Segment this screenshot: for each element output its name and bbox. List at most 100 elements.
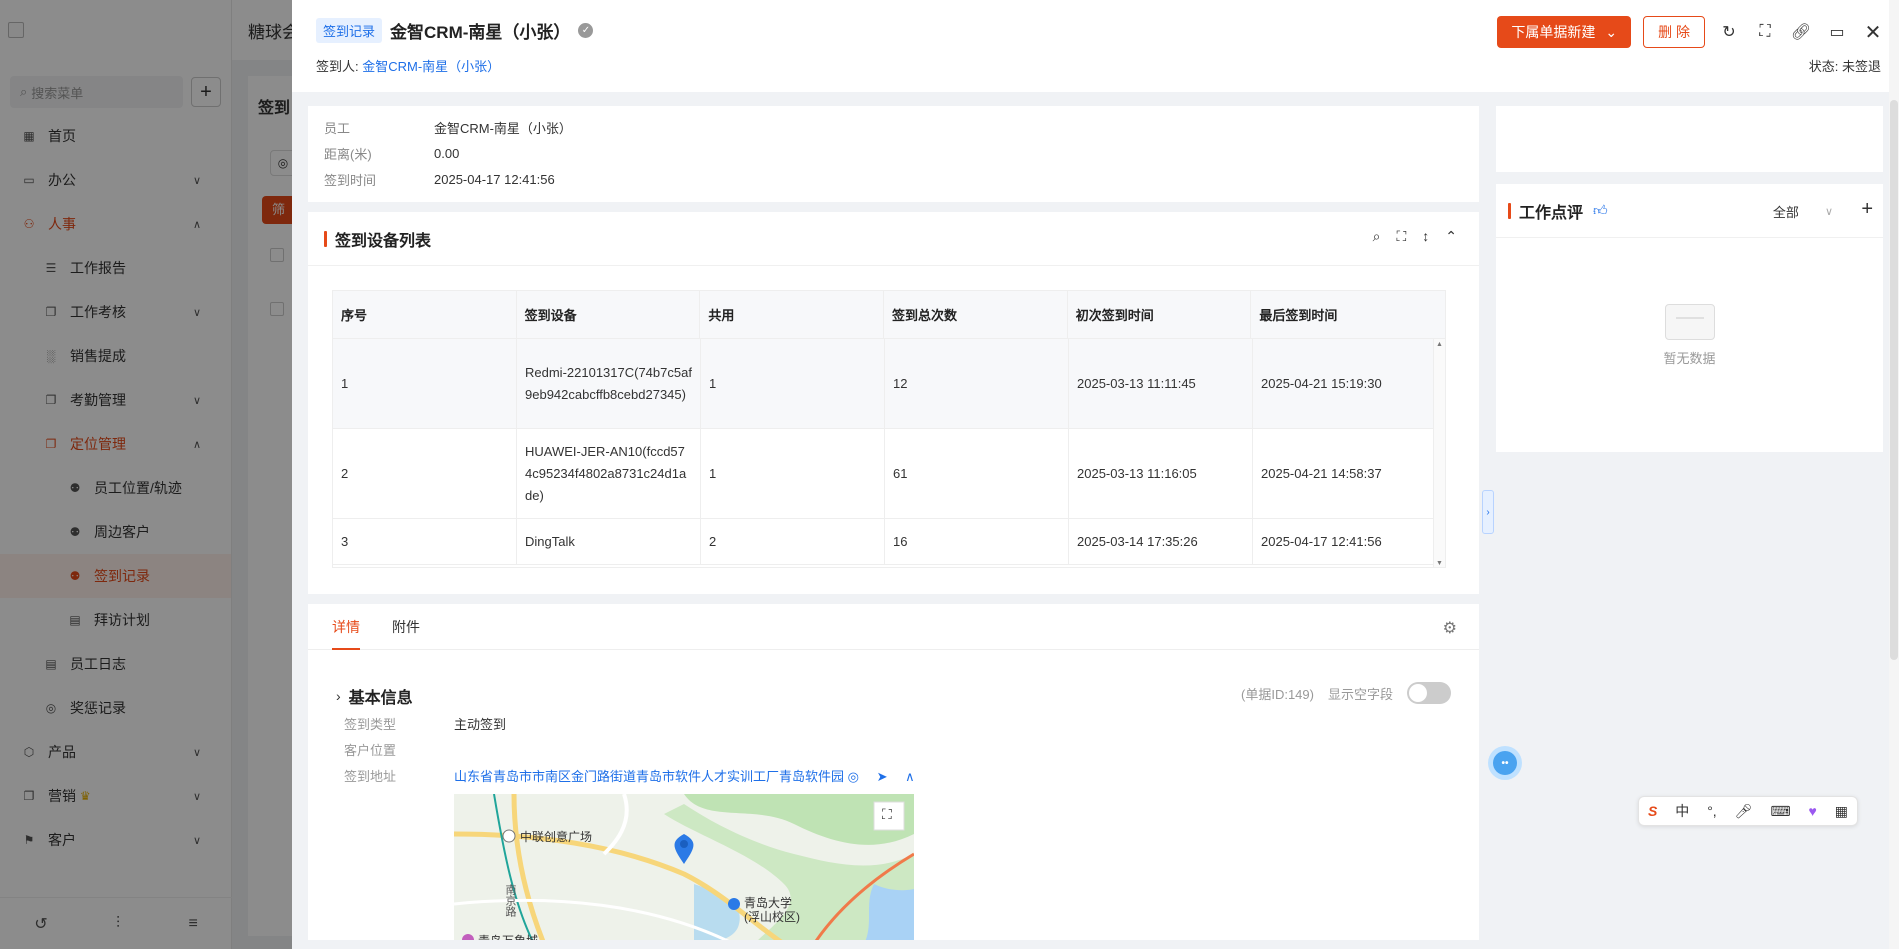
info-card: 员工 金智CRM-南星（小张） 距离(米) 0.00 签到时间 2025-04-17 … xyxy=(308,106,1479,202)
thumbs-up-icon[interactable]: 👍︎ xyxy=(1593,202,1608,219)
subordinate-new-button[interactable]: 下属单据新建 ⌄ xyxy=(1497,16,1632,48)
signer-link[interactable]: 金智CRM-南星（小张） xyxy=(362,59,500,74)
right-top-card xyxy=(1496,106,1883,172)
delete-button[interactable]: 删 除 xyxy=(1643,16,1705,48)
chat-face-icon: •• xyxy=(1493,751,1517,775)
tab-attachments[interactable]: 附件 xyxy=(392,604,420,650)
map-fullscreen-icon[interactable]: ⛶ xyxy=(882,806,892,823)
drawer-title-row: 签到记录 金智CRM-南星（小张） ✓ xyxy=(316,18,594,43)
info-row: 员工 金智CRM-南星（小张） xyxy=(324,114,1479,140)
table-cell: 3 xyxy=(333,519,517,564)
modal-mask[interactable] xyxy=(0,0,292,949)
info-row: 距离(米) 0.00 xyxy=(324,140,1479,166)
monitor-icon[interactable]: ▭ xyxy=(1825,20,1849,44)
ime-language[interactable]: 中 xyxy=(1675,801,1689,821)
map-svg xyxy=(454,794,914,940)
show-empty-label: 显示空字段 xyxy=(1327,686,1393,702)
detail-drawer: 签到记录 金智CRM-南星（小张） ✓ 签到人: 金智CRM-南星（小张） 下属… xyxy=(292,0,1899,949)
map-label: 青岛万象城 xyxy=(478,932,538,940)
punctuation-icon[interactable]: °, xyxy=(1707,803,1717,819)
drawer-actions: 下属单据新建 ⌄ 删 除 ↻ ⛶ 🔗︎ ▭ ✕ xyxy=(1497,16,1885,48)
microphone-icon[interactable]: 🎤︎ xyxy=(1735,803,1753,820)
info-label: 距离(米) xyxy=(324,146,372,162)
table-row[interactable]: 1 Redmi-22101317C(74b7c5af9eb942cabcffb8… xyxy=(333,339,1445,429)
column-header[interactable]: 签到总次数 xyxy=(884,291,1068,338)
row-height-icon[interactable]: ↕ xyxy=(1422,228,1429,245)
scrollbar-thumb[interactable] xyxy=(1890,100,1898,660)
apps-grid-icon[interactable]: ▦ xyxy=(1835,803,1848,820)
add-review-icon[interactable]: + xyxy=(1861,198,1873,221)
column-header[interactable]: 最后签到时间 xyxy=(1251,291,1445,338)
table-cell: 1 xyxy=(701,429,885,518)
search-icon[interactable]: ⌕ xyxy=(1373,228,1381,245)
chevron-down-icon: ∨ xyxy=(1824,206,1833,218)
main-column: 员工 金智CRM-南星（小张） 距离(米) 0.00 签到时间 2025-04-17 … xyxy=(308,106,1479,940)
basic-info-header[interactable]: › 基本信息 xyxy=(336,684,413,708)
signer-label: 签到人: xyxy=(316,59,359,74)
table-row[interactable]: 3 DingTalk 2 16 2025-03-14 17:35:26 2025… xyxy=(333,519,1445,565)
panel-collapse-handle[interactable]: › xyxy=(1482,490,1494,534)
table-cell: 2025-04-17 12:41:56 xyxy=(1261,533,1382,549)
table-scrollbar[interactable]: ▲ ▼ xyxy=(1433,339,1445,567)
column-header[interactable]: 共用 xyxy=(700,291,885,338)
device-table: 序号 签到设备 共用 签到总次数 初次签到时间 最后签到时间 1 Redmi-2… xyxy=(332,290,1446,568)
detail-tabs: 详情 附件 xyxy=(308,604,1479,650)
chevron-right-icon: › xyxy=(336,688,341,704)
table-cell: HUAWEI-JER-AN10(fccd574c95234f4802a8731c… xyxy=(517,429,701,518)
show-empty-toggle[interactable] xyxy=(1407,682,1451,704)
work-review-title: 工作点评 xyxy=(1519,204,1584,222)
column-header[interactable]: 初次签到时间 xyxy=(1068,291,1252,338)
table-cell: 2025-03-13 11:16:05 xyxy=(1069,429,1253,518)
scroll-down-icon[interactable]: ▼ xyxy=(1436,560,1443,567)
title-accent-bar xyxy=(1508,202,1511,219)
link-icon[interactable]: 🔗︎ xyxy=(1789,20,1813,44)
map-label: 中联创意广场 xyxy=(520,830,593,844)
record-id: (单据ID:149) xyxy=(1241,686,1314,702)
field-label: 签到类型 xyxy=(344,717,397,732)
signer-row: 签到人: 金智CRM-南星（小张） xyxy=(316,56,500,75)
title-accent-bar xyxy=(324,230,327,247)
close-icon[interactable]: ✕ xyxy=(1861,20,1885,44)
scroll-up-icon[interactable]: ▲ xyxy=(1436,341,1443,348)
refresh-icon[interactable]: ↻ xyxy=(1717,20,1741,44)
location-pin-icon: ◎ xyxy=(847,769,859,784)
info-value: 0.00 xyxy=(434,145,460,161)
collapse-up-icon[interactable]: ⌃ xyxy=(1445,228,1457,245)
skin-icon[interactable]: ♥ xyxy=(1809,803,1817,819)
review-filter-select[interactable]: 全部 ∨ xyxy=(1773,202,1833,221)
info-value: 金智CRM-南星（小张） xyxy=(434,120,572,136)
ime-logo-icon[interactable]: S xyxy=(1648,803,1657,819)
column-header[interactable]: 签到设备 xyxy=(517,291,701,338)
column-header[interactable]: 序号 xyxy=(333,291,517,338)
table-header: 序号 签到设备 共用 签到总次数 初次签到时间 最后签到时间 xyxy=(333,291,1445,339)
info-label: 签到时间 xyxy=(324,172,377,188)
location-map[interactable]: ⛶ 中联创意广场 青岛大学 (浮山校区) 南京路 青岛万象城 xyxy=(454,794,914,940)
table-cell: 1 xyxy=(701,339,885,428)
keyboard-icon[interactable]: ⌨ xyxy=(1770,803,1790,820)
table-row[interactable]: 2 HUAWEI-JER-AN10(fccd574c95234f4802a873… xyxy=(333,429,1445,519)
fullscreen-icon[interactable]: ⛶ xyxy=(1753,20,1777,44)
info-value: 2025-04-17 12:41:56 xyxy=(434,171,555,187)
tab-details[interactable]: 详情 xyxy=(332,604,360,650)
navigate-icon[interactable]: ➤ xyxy=(877,769,888,784)
empty-inbox-icon xyxy=(1664,304,1715,340)
field-label: 客户位置 xyxy=(344,743,397,758)
table-cell: 12 xyxy=(885,339,1069,428)
detail-card: 详情 附件 ⚙ › 基本信息 (单据ID:149) 显示空字段 签到类型 主动签… xyxy=(308,604,1479,940)
address-link[interactable]: 山东省青岛市市南区金门路街道青岛市软件人才实训工厂青岛软件园 ◎ ➤ ∧ xyxy=(454,766,915,785)
work-review-card: 工作点评 👍︎ 全部 ∨ + 暂无数据 xyxy=(1496,184,1883,452)
chat-assistant-icon[interactable]: •• xyxy=(1488,746,1522,780)
device-list-tools: ⌕ ⛶ ↕ ⌃ xyxy=(1373,228,1457,245)
table-cell: DingTalk xyxy=(517,519,701,564)
drawer-scrollbar[interactable] xyxy=(1889,0,1899,949)
chevron-up-icon[interactable]: ∧ xyxy=(905,769,915,784)
toggle-knob xyxy=(1409,684,1427,702)
map-label: (浮山校区) xyxy=(744,910,800,924)
gear-icon[interactable]: ⚙ xyxy=(1443,618,1457,638)
table-cell: 61 xyxy=(885,429,1069,518)
chevron-down-icon: ⌄ xyxy=(1605,23,1618,40)
table-cell: Redmi-22101317C(74b7c5af9eb942cabcffb8ce… xyxy=(517,339,701,428)
info-label: 员工 xyxy=(324,120,351,136)
fullscreen-icon[interactable]: ⛶ xyxy=(1396,228,1406,245)
field-value: 主动签到 xyxy=(454,717,507,732)
